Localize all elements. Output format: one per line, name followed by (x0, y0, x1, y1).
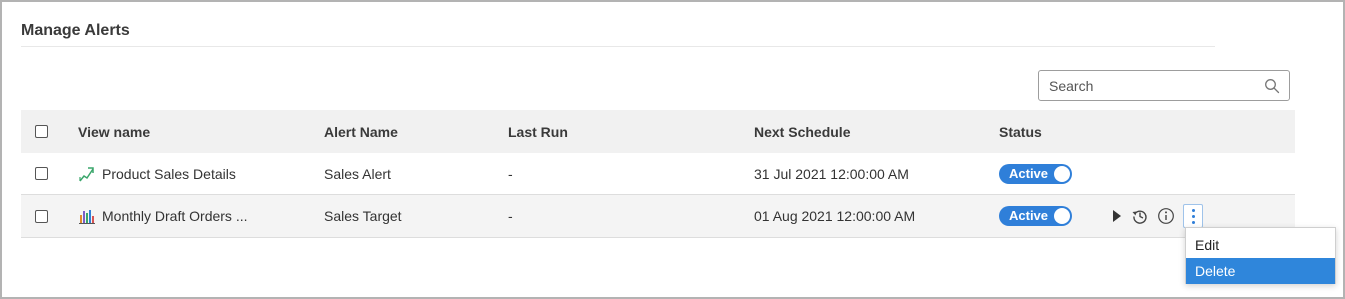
table-header-row: View name Alert Name Last Run Next Sched… (21, 110, 1295, 153)
last-run: - (508, 165, 513, 182)
alert-name: Sales Alert (324, 165, 391, 182)
search-icon[interactable] (1264, 78, 1280, 94)
menu-item-delete[interactable]: Delete (1186, 258, 1335, 284)
menu-item-edit[interactable]: Edit (1186, 232, 1335, 258)
info-icon[interactable] (1157, 207, 1175, 225)
status-toggle[interactable]: Active (999, 206, 1072, 226)
run-icon[interactable] (1111, 208, 1123, 224)
next-schedule: 31 Jul 2021 12:00:00 AM (754, 165, 909, 182)
row-actions-menu: Edit Delete (1185, 227, 1336, 284)
view-name-link[interactable]: Monthly Draft Orders ... (102, 208, 247, 224)
trend-arrow-icon (79, 166, 94, 181)
column-header-last-run[interactable]: Last Run (508, 110, 568, 153)
toggle-knob (1054, 165, 1070, 182)
next-schedule: 01 Aug 2021 12:00:00 AM (754, 208, 916, 224)
search-input[interactable] (1039, 71, 1259, 100)
row-checkbox[interactable] (35, 167, 48, 180)
manage-alerts-panel: Manage Alerts View name Alert Name Last … (0, 0, 1345, 299)
more-options-icon[interactable] (1183, 204, 1203, 228)
row-checkbox[interactable] (35, 209, 48, 223)
toggle-knob (1054, 208, 1070, 224)
search-box[interactable] (1038, 70, 1290, 101)
status-label: Active (1009, 165, 1049, 181)
column-header-status[interactable]: Status (999, 110, 1042, 153)
view-name-link[interactable]: Product Sales Details (102, 166, 236, 182)
column-header-next-schedule[interactable]: Next Schedule (754, 110, 850, 153)
select-all-checkbox[interactable] (35, 125, 48, 138)
column-header-alert-name[interactable]: Alert Name (324, 110, 398, 153)
alert-name: Sales Target (324, 208, 402, 224)
table-row[interactable]: Product Sales Details Sales Alert - 31 J… (21, 153, 1295, 195)
page-title: Manage Alerts (21, 22, 130, 39)
alerts-table: View name Alert Name Last Run Next Sched… (21, 110, 1295, 238)
last-run: - (508, 208, 513, 224)
table-row[interactable]: Monthly Draft Orders ... Sales Target - … (21, 195, 1295, 238)
history-icon[interactable] (1131, 207, 1149, 225)
status-label: Active (1009, 208, 1049, 223)
status-toggle[interactable]: Active (999, 163, 1072, 184)
bar-chart-icon (79, 210, 95, 224)
title-divider (21, 46, 1215, 47)
column-header-view-name[interactable]: View name (78, 110, 150, 153)
